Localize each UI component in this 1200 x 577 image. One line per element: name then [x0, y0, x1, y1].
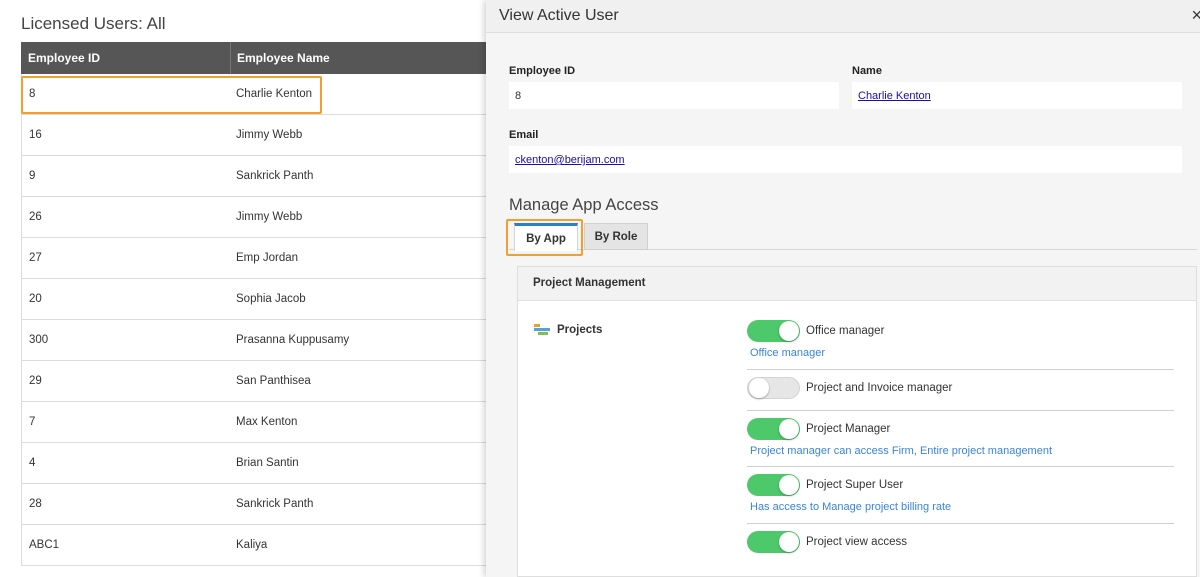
- users-table: Employee ID Employee Name 8 Charlie Kento…: [21, 42, 486, 566]
- employee-id-cell: 28: [29, 498, 42, 510]
- employee-name-cell: Sankrick Panth: [236, 498, 314, 510]
- toggle-knob: [749, 378, 769, 398]
- employee-id-cell: 16: [29, 129, 42, 141]
- employee-name-cell: Jimmy Webb: [236, 129, 303, 141]
- employee-name-cell: Sophia Jacob: [236, 293, 306, 305]
- panel-title: Project Management: [533, 277, 646, 289]
- modal-title: View Active User: [499, 7, 619, 24]
- employee-id-cell: 9: [29, 170, 36, 182]
- permission-toggle[interactable]: [747, 377, 800, 399]
- employee-name-cell: Prasanna Kuppusamy: [236, 334, 350, 346]
- employee-id-cell: 8: [29, 88, 36, 100]
- name-link[interactable]: Charlie Kenton: [858, 90, 931, 102]
- licensed-users-panel: Licensed Users: All Employee ID Employee…: [0, 0, 486, 577]
- permission-description: Project manager can access Firm, Entire …: [750, 445, 1053, 457]
- app-projects: Projects: [534, 324, 602, 336]
- employee-name-cell: San Panthisea: [236, 375, 311, 387]
- toggle-knob: [779, 532, 799, 552]
- table-row[interactable]: 20 Sophia Jacob: [21, 279, 486, 320]
- permission-divider: [747, 466, 1174, 467]
- employee-id-label: Employee ID: [509, 65, 576, 77]
- employee-name-cell: Sankrick Panth: [236, 170, 314, 182]
- access-tabs: By App By Role: [509, 223, 1197, 251]
- table-row[interactable]: 28 Sankrick Panth: [21, 484, 486, 525]
- tab-by-app[interactable]: By App: [514, 223, 578, 251]
- employee-name-cell: Brian Santin: [236, 457, 299, 469]
- employee-name-cell: Kaliya: [236, 539, 268, 551]
- manage-app-access-title: Manage App Access: [509, 196, 659, 214]
- permission-item: Project Manager Project manager can acces…: [747, 417, 1174, 457]
- email-link[interactable]: ckenton@berijam.com: [515, 154, 625, 166]
- table-body: 8 Charlie Kenton 16 Jimmy Webb 9 Sankrick Pan…: [21, 74, 486, 566]
- employee-id-cell: 300: [29, 334, 49, 346]
- employee-id-cell: 29: [29, 375, 42, 387]
- page-title: Licensed Users: All: [21, 14, 166, 33]
- employee-id-cell: 7: [29, 416, 36, 428]
- table-row[interactable]: 300 Prasanna Kuppusamy: [21, 320, 486, 361]
- name-field: Charlie Kenton: [852, 82, 1182, 109]
- email-label: Email: [509, 129, 539, 141]
- permission-label: Project and Invoice manager: [806, 382, 953, 394]
- table-row[interactable]: ABC1 Kaliya: [21, 525, 486, 566]
- panel-header: Project Management: [518, 267, 1196, 301]
- project-management-panel: Project Management Projects Office manag…: [517, 266, 1197, 577]
- employee-id-cell: 27: [29, 252, 42, 264]
- tab-by-role[interactable]: By Role: [584, 223, 648, 250]
- permission-divider: [747, 410, 1174, 411]
- permission-toggle[interactable]: [747, 418, 800, 440]
- employee-name-cell: Charlie Kenton: [236, 88, 313, 100]
- permission-item: Project and Invoice manager: [747, 376, 1174, 400]
- table-row[interactable]: 16 Jimmy Webb: [21, 115, 486, 156]
- toggle-knob: [779, 321, 799, 341]
- permission-toggle[interactable]: [747, 531, 800, 553]
- view-active-user-modal: View Active User × Employee ID 8 Name Ch…: [486, 0, 1200, 577]
- table-row[interactable]: 7 Max Kenton: [21, 402, 486, 443]
- employee-id-value: 8: [509, 82, 839, 109]
- permission-toggle[interactable]: [747, 474, 800, 496]
- table-row[interactable]: 27 Emp Jordan: [21, 238, 486, 279]
- employee-id-cell: 4: [29, 457, 36, 469]
- permission-item: Office manager Office manager: [747, 319, 1174, 359]
- permission-divider: [747, 369, 1174, 370]
- table-row[interactable]: 29 San Panthisea: [21, 361, 486, 402]
- permission-label: Office manager: [806, 325, 885, 337]
- table-row[interactable]: 8 Charlie Kenton: [21, 74, 486, 115]
- app-name-label: Projects: [557, 324, 603, 336]
- toggle-knob: [779, 419, 799, 439]
- employee-id-cell: 26: [29, 211, 42, 223]
- table-header: Employee ID Employee Name: [21, 42, 486, 74]
- close-icon[interactable]: ×: [1191, 5, 1200, 26]
- permission-label: Project view access: [806, 536, 907, 548]
- permission-toggle[interactable]: [747, 320, 800, 342]
- permission-label: Project Super User: [806, 479, 904, 491]
- permission-item: Project view access: [747, 530, 1174, 554]
- table-row[interactable]: 4 Brian Santin: [21, 443, 486, 484]
- modal-header: View Active User ×: [486, 0, 1200, 33]
- employee-name-cell: Jimmy Webb: [236, 211, 303, 223]
- projects-icon: [534, 324, 550, 336]
- column-header-employee-name[interactable]: Employee Name: [230, 42, 486, 74]
- permission-divider: [747, 523, 1174, 524]
- employee-id-cell: 20: [29, 293, 42, 305]
- permission-label: Project Manager: [806, 423, 891, 435]
- email-field: ckenton@berijam.com: [509, 146, 1182, 173]
- employee-id-cell: ABC1: [29, 539, 60, 551]
- employee-name-cell: Emp Jordan: [236, 252, 299, 264]
- column-header-employee-id[interactable]: Employee ID: [21, 51, 230, 65]
- name-label: Name: [852, 65, 882, 77]
- employee-name-cell: Max Kenton: [236, 416, 298, 428]
- table-row[interactable]: 26 Jimmy Webb: [21, 197, 486, 238]
- table-row[interactable]: 9 Sankrick Panth: [21, 156, 486, 197]
- toggle-knob: [779, 475, 799, 495]
- permission-description: Has access to Manage project billing rat…: [750, 501, 952, 513]
- permission-description: Office manager: [750, 347, 826, 359]
- permission-item: Project Super User Has access to Manage p…: [747, 473, 1174, 513]
